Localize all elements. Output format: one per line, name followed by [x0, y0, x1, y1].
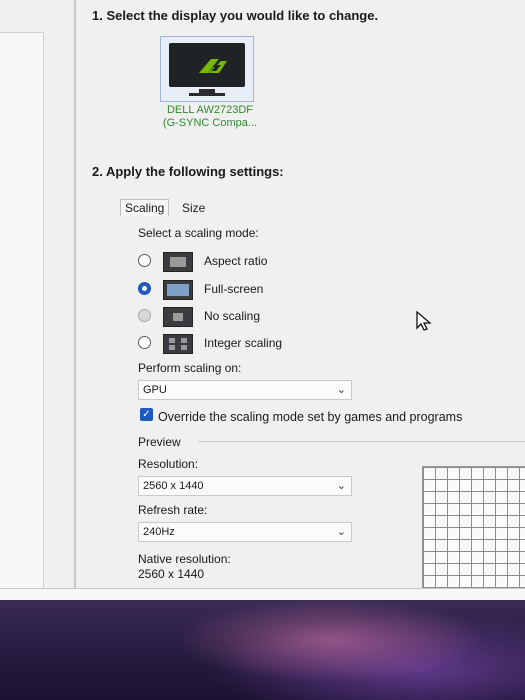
mouse-pointer-icon	[416, 310, 432, 331]
aspect-ratio-icon	[163, 252, 193, 272]
full-screen-icon	[163, 280, 193, 300]
monitor-base	[189, 93, 225, 96]
preview-label: Preview	[138, 435, 181, 449]
radio-full-screen[interactable]	[138, 282, 151, 295]
nvidia-control-panel-window: 1. Select the display you would like to …	[0, 0, 525, 600]
chevron-down-icon: ⌄	[336, 384, 346, 396]
perform-scaling-label: Perform scaling on:	[138, 361, 242, 375]
chevron-down-icon: ⌄	[336, 480, 346, 492]
perform-scaling-dropdown[interactable]: GPU ⌄	[138, 380, 352, 400]
scaling-mode-prompt: Select a scaling mode:	[138, 226, 259, 240]
section-2-heading: 2. Apply the following settings:	[92, 164, 284, 179]
preview-grid	[422, 466, 525, 594]
native-resolution-value: 2560 x 1440	[138, 567, 205, 581]
chevron-down-icon: ⌄	[336, 526, 346, 538]
radio-integer-scaling[interactable]	[138, 336, 151, 349]
section-1-heading: 1. Select the display you would like to …	[92, 8, 379, 23]
left-navigation-panel	[0, 32, 44, 589]
radio-aspect-ratio[interactable]	[138, 254, 151, 267]
monitor-icon	[169, 43, 245, 87]
no-scaling-icon	[163, 307, 193, 327]
refresh-rate-dropdown[interactable]: 240Hz ⌄	[138, 522, 352, 542]
display-selector-dell[interactable]	[160, 36, 254, 102]
preview-divider	[198, 441, 525, 442]
radio-no-scaling[interactable]	[138, 309, 151, 322]
display-name-line2: (G-SYNC Compa...	[162, 117, 258, 129]
perform-scaling-value: GPU	[143, 384, 167, 396]
refresh-rate-value: 240Hz	[143, 526, 175, 538]
native-resolution-label: Native resolution:	[138, 552, 231, 566]
display-name[interactable]: DELL AW2723DF (G-SYNC Compa...	[140, 104, 280, 130]
option-full-screen-label[interactable]: Full-screen	[204, 282, 263, 296]
panel-divider	[74, 0, 76, 600]
tab-scaling[interactable]: Scaling	[120, 199, 170, 216]
override-label[interactable]: Override the scaling mode set by games a…	[158, 410, 462, 424]
nvidia-logo	[199, 59, 227, 73]
resolution-label: Resolution:	[138, 457, 199, 471]
override-checkbox[interactable]: ✓	[140, 408, 153, 421]
resolution-value: 2560 x 1440	[143, 480, 204, 492]
tab-size[interactable]: Size	[178, 200, 209, 216]
window-bottom-edge	[0, 588, 525, 600]
refresh-rate-label: Refresh rate:	[138, 503, 208, 517]
desktop-wallpaper	[0, 600, 525, 700]
option-no-scaling-label[interactable]: No scaling	[204, 309, 260, 323]
option-integer-scaling-label[interactable]: Integer scaling	[204, 336, 282, 350]
integer-scaling-icon	[163, 334, 193, 354]
resolution-dropdown[interactable]: 2560 x 1440 ⌄	[138, 476, 352, 496]
option-aspect-ratio-label[interactable]: Aspect ratio	[204, 254, 267, 268]
display-name-line1: DELL AW2723DF	[166, 104, 253, 116]
